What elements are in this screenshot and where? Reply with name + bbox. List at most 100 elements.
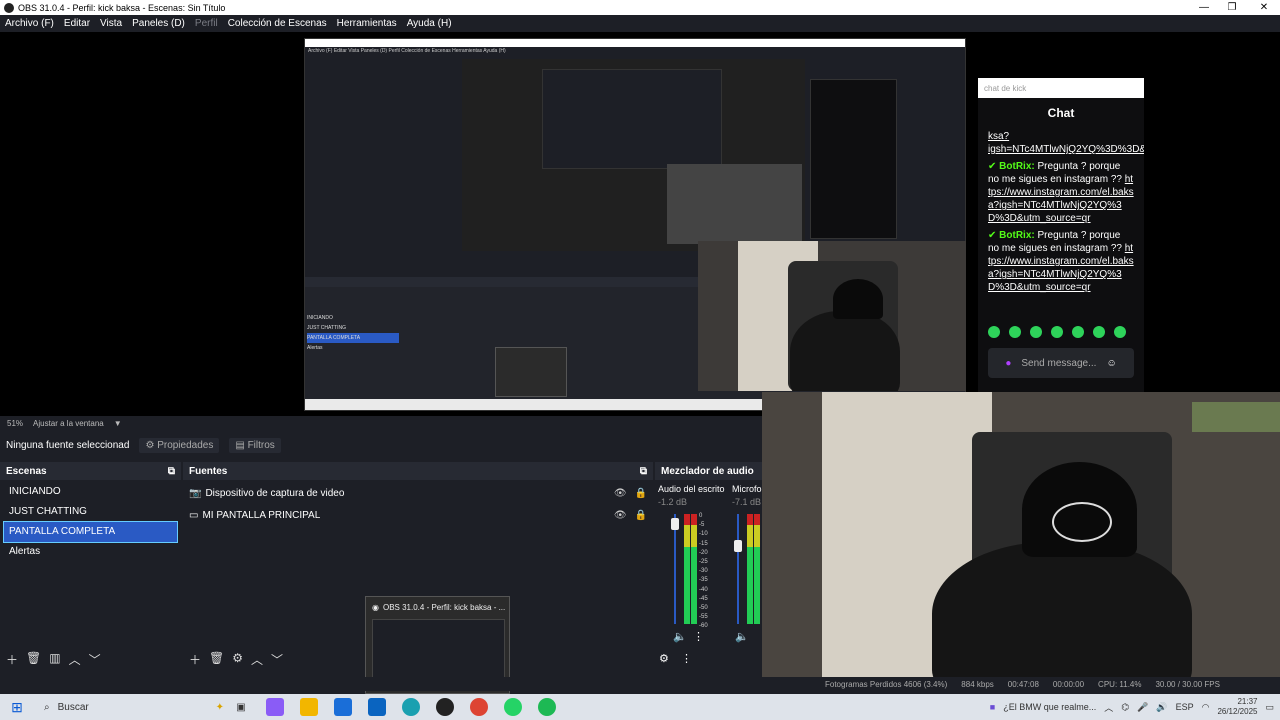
arrow-up-icon[interactable]: ︿ [69,651,81,668]
trash-icon[interactable]: 🗑 [26,651,41,668]
add-icon[interactable]: ＋ [6,651,18,668]
fader-knob[interactable] [734,540,742,552]
menu-paneles[interactable]: Paneles (D) [132,18,185,29]
whatsapp-icon[interactable] [504,698,522,716]
undock-icon[interactable]: ⧉ [168,466,175,477]
volume-meter [754,514,760,624]
menu-coleccion-escenas[interactable]: Colección de Escenas [228,18,327,29]
maximize-button[interactable]: ❐ [1216,0,1248,15]
chevron-down-icon[interactable]: ▼ [114,419,122,428]
source-item[interactable]: 📷 Dispositivo de captura de video 👁 🔒 [183,482,653,504]
undock-icon[interactable]: ⧉ [640,466,647,477]
language-indicator[interactable]: ESP [1176,702,1194,712]
menu-herramientas[interactable]: Herramientas [337,18,397,29]
eye-icon[interactable]: 👁 [614,488,627,499]
menu-ayuda[interactable]: Ayuda (H) [407,18,452,29]
eye-icon[interactable]: 👁 [614,510,627,521]
emoji-icon[interactable]: ☺ [1106,358,1116,369]
menu-perfil[interactable]: Perfil [195,18,218,29]
copilot-icon[interactable] [266,698,284,716]
filter-icon: ▤ [235,439,248,451]
window-titlebar: OBS 31.0.4 - Perfil: kick baksa - Escena… [0,0,1280,15]
menu-bar: Archivo (F) Editar Vista Paneles (D) Per… [0,15,1280,32]
emote-icon[interactable] [1051,326,1063,338]
emote-icon[interactable] [1114,326,1126,338]
volume-meter [684,514,690,624]
volume-fader[interactable] [674,514,676,624]
volume-fader[interactable] [737,514,739,624]
record-time: 00:00:00 [1052,679,1085,689]
emote-icon[interactable] [988,326,1000,338]
emote-icon[interactable] [1093,326,1105,338]
arrow-down-icon[interactable]: ﹀ [271,651,283,668]
chat-message: ✔ BotRix: Pregunta ? porque no me sigues… [988,230,1134,293]
menu-vista[interactable]: Vista [100,18,122,29]
menu-editar[interactable]: Editar [64,18,90,29]
zoom-fit-select[interactable]: Ajustar a la ventana [33,419,104,428]
news-ticker[interactable]: ¿El BMW que realme... [1003,702,1096,712]
chrome-icon[interactable] [470,698,488,716]
emote-icon[interactable] [1009,326,1021,338]
filter-icon[interactable]: ▥ [49,651,60,668]
arrow-down-icon[interactable]: ﹀ [89,651,101,668]
trash-icon[interactable]: 🗑 [209,651,224,668]
preview-zoom-bar: 51% Ajustar a la ventana ▼ [0,416,762,430]
camera-icon: 📷 [189,487,202,499]
fader-knob[interactable] [671,518,679,530]
obs-logo-icon [4,2,14,13]
emote-icon[interactable] [1030,326,1042,338]
chat-username[interactable]: BotRix: [999,230,1035,241]
webcam-preview-small [698,241,966,391]
channel-name: Microfo [732,484,762,494]
context-bar: Ninguna fuente seleccionad ⚙ Propiedades… [0,433,762,457]
more-options-icon[interactable]: ⋮ [693,630,704,643]
source-item[interactable]: ▭ MI PANTALLA PRINCIPAL 👁 🔒 [183,504,653,526]
scene-item-selected[interactable]: PANTALLA COMPLETA [3,521,178,543]
chat-search-input[interactable]: chat de kick [978,78,1144,98]
microphone-icon[interactable]: 🎤 [1137,702,1148,713]
filters-button[interactable]: ▤ Filtros [229,437,281,453]
scene-item[interactable]: JUST CHATTING [4,502,177,522]
scene-item[interactable]: INICIANDO [4,482,177,502]
menu-archivo[interactable]: Archivo (F) [5,18,54,29]
spotify-icon[interactable] [538,698,556,716]
channel-db: -7.1 dB [732,497,762,507]
lock-icon[interactable]: 🔒 [635,510,647,521]
volume-icon[interactable]: 🔊 [1156,702,1167,713]
volume-meter [691,514,697,624]
properties-button[interactable]: ⚙ Propiedades [139,437,220,453]
system-tray: ■ ¿El BMW que realme... ︿ ⌬ 🎤 🔊 ESP ◠ 21… [990,697,1280,717]
channel-db: -1.2 dB [658,497,688,507]
file-explorer-icon[interactable] [300,698,318,716]
task-view-icon[interactable]: ▣ [232,698,250,716]
notification-icon[interactable]: ▭ [1265,702,1274,713]
selected-source-label: Ninguna fuente seleccionad [6,439,130,451]
chat-send-input[interactable]: ● Send message... ☺ [988,348,1134,378]
chevron-up-icon[interactable]: ︿ [1104,701,1113,714]
chat-username[interactable]: BotRix: [999,161,1035,172]
bitrate: 884 kbps [961,679,994,689]
more-options-icon[interactable]: ⋮ [681,652,692,665]
clock[interactable]: 21:37 26/12/2025 [1217,697,1257,717]
network-icon[interactable]: ⌬ [1121,702,1129,713]
arrow-up-icon[interactable]: ︿ [251,651,263,668]
mixer-settings-icon[interactable]: ⚙ [659,652,669,665]
emote-icon[interactable] [1072,326,1084,338]
outlook-icon[interactable] [368,698,386,716]
edge-icon[interactable] [402,698,420,716]
scene-item[interactable]: Alertas [4,542,177,562]
taskbar-search[interactable]: ⌕ Buscar ✦ [34,702,224,713]
speaker-icon[interactable]: 🔈 [673,630,687,643]
monitor-icon: ▭ [189,509,199,521]
wifi-icon[interactable]: ◠ [1202,702,1210,713]
store-icon[interactable] [334,698,352,716]
close-button[interactable]: ✕ [1248,0,1280,15]
gear-icon[interactable]: ⚙ [232,651,243,668]
lock-icon[interactable]: 🔒 [635,488,647,499]
windows-start-icon[interactable]: ⊞ [8,698,26,716]
webcam-overlay [762,392,1280,684]
speaker-icon[interactable]: 🔈 [735,630,749,643]
add-icon[interactable]: ＋ [189,651,201,668]
news-icon[interactable]: ■ [990,702,995,712]
obs-taskbar-icon[interactable] [436,698,454,716]
